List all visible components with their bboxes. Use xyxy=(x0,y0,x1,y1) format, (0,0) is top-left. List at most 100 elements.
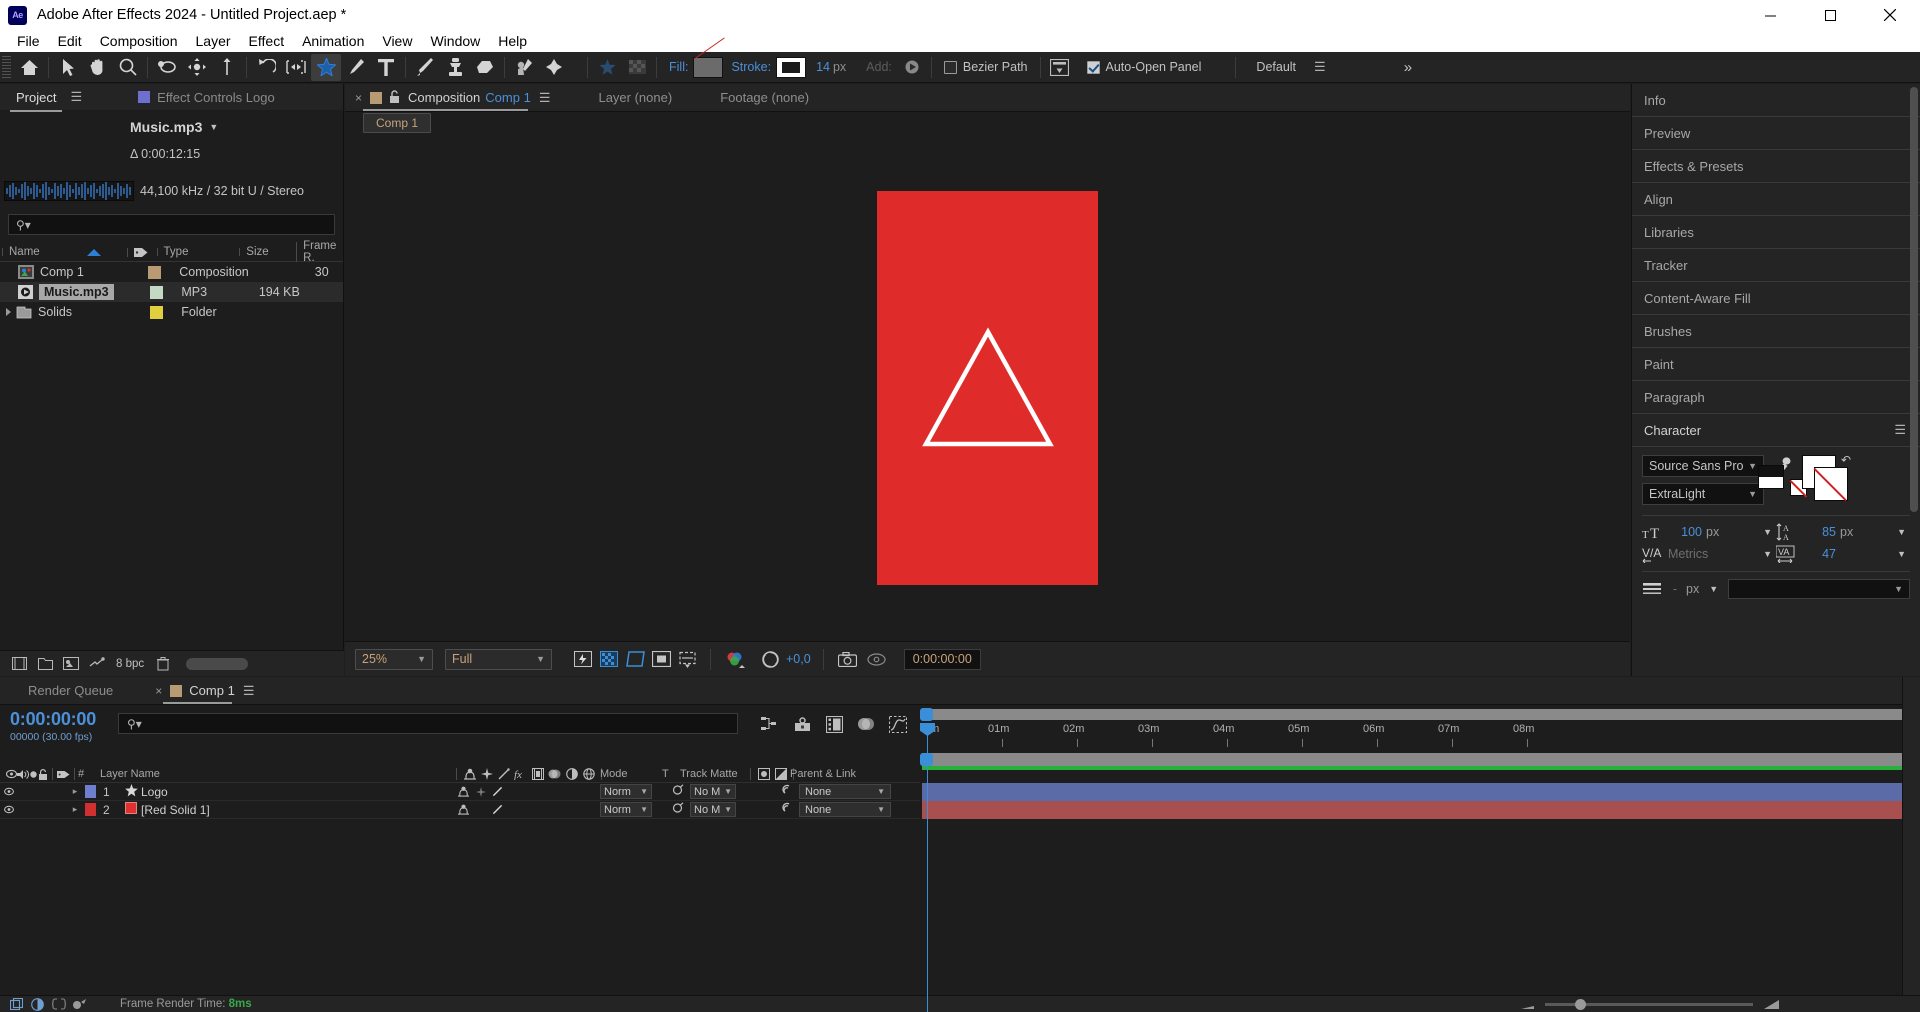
selection-tool-icon[interactable] xyxy=(53,54,83,81)
project-row-label-swatch[interactable] xyxy=(149,305,163,319)
column-header-name[interactable]: Name xyxy=(9,246,40,258)
work-area-bar[interactable] xyxy=(922,709,1910,720)
layer-label-color[interactable] xyxy=(82,803,99,816)
panel-libraries[interactable]: Libraries xyxy=(1632,216,1920,249)
tab-composition[interactable]: × Composition Comp 1 ☰ xyxy=(345,84,560,112)
playhead-indicator[interactable] xyxy=(920,723,935,1012)
parent-pickwhip-icon[interactable] xyxy=(780,802,793,817)
stroke-color-swatch[interactable] xyxy=(1814,467,1848,501)
track-matte-select[interactable]: No M ▼ xyxy=(690,802,736,817)
layer-disclosure-icon[interactable]: ▸ xyxy=(68,804,82,815)
project-row-label-swatch[interactable] xyxy=(148,265,162,279)
eraser-tool-icon[interactable] xyxy=(470,54,500,81)
panel-paragraph[interactable]: Paragraph xyxy=(1632,381,1920,414)
track-matte-select[interactable]: No M ▼ xyxy=(690,784,736,799)
clone-stamp-icon[interactable] xyxy=(440,54,470,81)
viewer-panel-menu-icon[interactable]: ☰ xyxy=(539,90,551,106)
exposure-icon[interactable] xyxy=(758,648,782,670)
timeline-zoom-slider[interactable] xyxy=(1520,998,1780,1011)
timeline-lower-work-area[interactable] xyxy=(920,753,1920,766)
zoom-in-icon[interactable] xyxy=(1763,998,1780,1011)
disclosure-triangle-icon[interactable] xyxy=(6,308,11,316)
menu-view[interactable]: View xyxy=(373,31,421,51)
column-header-size[interactable]: Size xyxy=(246,246,268,258)
panel-paint[interactable]: Paint xyxy=(1632,348,1920,381)
column-header-track-matte[interactable]: Track Matte xyxy=(680,768,738,780)
track-matte-link-icon[interactable] xyxy=(672,802,684,817)
rotate-tool-icon[interactable] xyxy=(251,54,281,81)
composition-canvas[interactable] xyxy=(345,134,1630,641)
column-header-framerate[interactable]: Frame R. xyxy=(303,240,336,264)
exposure-value[interactable]: +0,0 xyxy=(786,652,811,666)
menu-file[interactable]: File xyxy=(8,31,49,51)
shy-toggle[interactable] xyxy=(455,804,472,815)
zoom-level-select[interactable]: 25% ▼ xyxy=(355,648,433,670)
parent-select[interactable]: None ▼ xyxy=(799,784,891,799)
orbit-tool-icon[interactable] xyxy=(152,54,182,81)
brush-tool-icon[interactable] xyxy=(410,54,440,81)
bezier-path-checkbox[interactable] xyxy=(943,60,957,74)
tab-project[interactable]: Project xyxy=(10,86,63,112)
column-header-parent-link[interactable]: Parent & Link xyxy=(790,768,856,780)
interpret-footage-icon[interactable] xyxy=(6,653,32,675)
project-row-comp1[interactable]: Comp 1 Composition 30 xyxy=(0,262,343,282)
pen-tool-icon[interactable] xyxy=(341,54,371,81)
align-panel-icon[interactable] xyxy=(1045,54,1075,81)
kerning-value[interactable]: Metrics xyxy=(1668,547,1708,561)
show-snapshot-icon[interactable] xyxy=(865,648,889,670)
layer-visibility-toggle[interactable] xyxy=(0,785,17,799)
chevron-down-icon[interactable]: ▼ xyxy=(1709,584,1718,594)
layer-mode-select[interactable]: Norm ▼ xyxy=(600,784,652,799)
tracking-value[interactable]: 47 xyxy=(1802,547,1836,561)
stroke-width-value[interactable]: 14 xyxy=(816,60,830,74)
project-panel-menu-icon[interactable]: ☰ xyxy=(70,89,82,105)
fill-color-swatch[interactable] xyxy=(693,56,724,78)
tab-timeline-comp1[interactable]: × Comp 1 ☰ xyxy=(145,677,264,705)
panel-info[interactable]: Info xyxy=(1632,84,1920,117)
shape-tool-icon[interactable] xyxy=(311,53,341,81)
new-folder-icon[interactable] xyxy=(32,653,58,675)
motion-blur-status-icon[interactable] xyxy=(27,997,48,1011)
puppet-pin-icon[interactable] xyxy=(539,54,569,81)
timeline-layer-row-2[interactable]: ▸ 2 [Red Solid 1] Norm ▼ No M ▼ None ▼ xyxy=(0,800,1912,819)
minimize-button[interactable] xyxy=(1740,0,1800,30)
tab-footage[interactable]: Footage (none) xyxy=(710,84,819,112)
close-tab-icon[interactable]: × xyxy=(155,684,162,698)
zoom-tool-icon[interactable] xyxy=(113,54,143,81)
project-search-input[interactable]: ⚲▾ xyxy=(8,214,335,235)
fast-preview-icon[interactable] xyxy=(571,648,595,670)
lock-icon[interactable] xyxy=(389,89,400,106)
panel-content-aware-fill[interactable]: Content-Aware Fill xyxy=(1632,282,1920,315)
font-size-value[interactable]: 100 xyxy=(1668,525,1702,539)
layer-mode-select[interactable]: Norm ▼ xyxy=(600,802,652,817)
resolution-select[interactable]: Full ▼ xyxy=(445,648,552,670)
stroke-color-swatch[interactable] xyxy=(776,56,807,78)
sort-ascending-icon[interactable] xyxy=(86,248,101,256)
viewer-timecode-field[interactable]: 0:00:00:00 xyxy=(903,648,981,670)
timeline-search-input[interactable]: ⚲▾ xyxy=(118,713,738,734)
roto-brush-tool-icon[interactable] xyxy=(509,54,539,81)
layer-timeline-bar-1[interactable] xyxy=(922,782,1912,801)
maximize-button[interactable] xyxy=(1800,0,1860,30)
zoom-slider-knob[interactable] xyxy=(1575,999,1586,1010)
parent-select[interactable]: None ▼ xyxy=(799,802,891,817)
transparency-grid-toggle-icon[interactable] xyxy=(597,648,621,670)
chevron-down-icon[interactable]: ▼ xyxy=(1763,527,1772,537)
roto-brush-icon[interactable] xyxy=(281,54,311,81)
composition-mini-flowchart-icon[interactable] xyxy=(754,713,786,735)
leading-value[interactable]: 85 xyxy=(1802,525,1836,539)
chevron-down-icon[interactable]: ▼ xyxy=(1763,549,1772,559)
project-settings-icon[interactable] xyxy=(84,653,110,675)
pan-tool-icon[interactable] xyxy=(182,54,212,81)
parent-pickwhip-icon[interactable] xyxy=(780,784,793,799)
zoom-slider-track[interactable] xyxy=(1545,999,1753,1010)
breadcrumb-comp1[interactable]: Comp 1 xyxy=(363,113,432,133)
character-panel-menu-icon[interactable]: ☰ xyxy=(1894,422,1906,438)
column-header-number[interactable]: # xyxy=(78,768,96,780)
zoom-out-icon[interactable] xyxy=(1520,999,1535,1011)
home-icon[interactable] xyxy=(14,54,44,81)
column-header-type[interactable]: Type xyxy=(164,246,189,258)
layer-label-color[interactable] xyxy=(82,785,99,798)
menu-window[interactable]: Window xyxy=(421,31,489,51)
timeline-timecode[interactable]: 0:00:00:00 00000 (30.00 fps) xyxy=(0,705,118,743)
